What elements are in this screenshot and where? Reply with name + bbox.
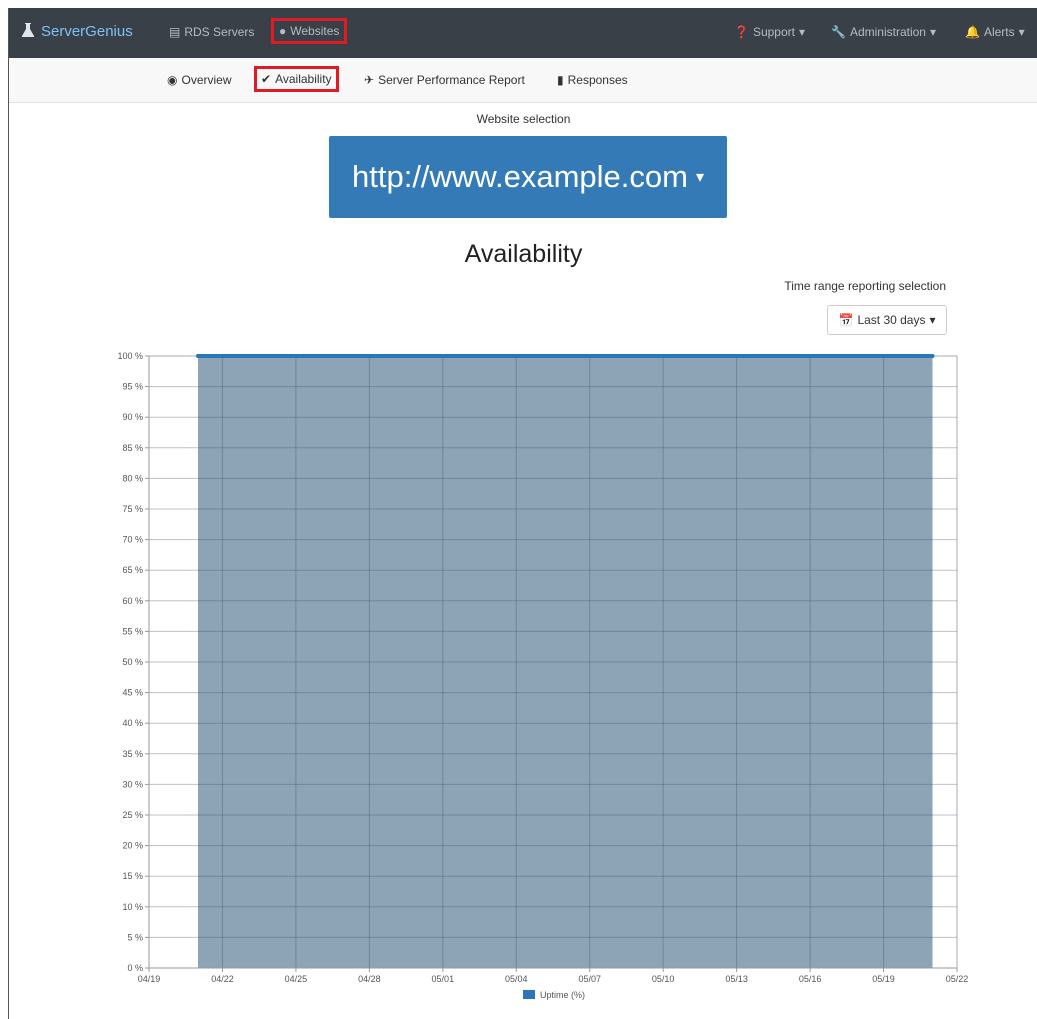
x-tick-label: 05/10 xyxy=(652,974,675,984)
y-tick-label: 0 % xyxy=(127,963,143,973)
y-tick-label: 50 % xyxy=(122,657,143,667)
y-tick-label: 25 % xyxy=(122,810,143,820)
y-tick-label: 30 % xyxy=(122,779,143,789)
x-tick-label: 05/01 xyxy=(432,974,455,984)
y-tick-label: 40 % xyxy=(122,718,143,728)
x-tick-label: 04/25 xyxy=(285,974,308,984)
app-frame: ServerGenius ▤ RDS Servers ● Websites ❓ … xyxy=(8,8,1037,1019)
x-tick-label: 05/19 xyxy=(872,974,895,984)
y-tick-label: 70 % xyxy=(122,535,143,545)
y-tick-label: 65 % xyxy=(122,565,143,575)
x-tick-label: 05/22 xyxy=(946,974,969,984)
x-tick-label: 05/13 xyxy=(725,974,748,984)
y-tick-label: 35 % xyxy=(122,749,143,759)
y-tick-label: 5 % xyxy=(127,932,143,942)
y-tick-label: 20 % xyxy=(122,841,143,851)
y-tick-label: 95 % xyxy=(122,382,143,392)
y-tick-label: 80 % xyxy=(122,473,143,483)
y-tick-label: 55 % xyxy=(122,626,143,636)
y-tick-label: 100 % xyxy=(117,351,143,361)
y-tick-label: 75 % xyxy=(122,504,143,514)
x-tick-label: 04/19 xyxy=(138,974,161,984)
x-tick-label: 04/22 xyxy=(211,974,234,984)
x-tick-label: 05/07 xyxy=(578,974,601,984)
y-tick-label: 10 % xyxy=(122,902,143,912)
y-tick-label: 60 % xyxy=(122,596,143,606)
y-tick-label: 15 % xyxy=(122,871,143,881)
y-tick-label: 90 % xyxy=(122,412,143,422)
availability-chart: 0 % 5 % 10 % 15 % 20 % 25 % 30 % 35 % 40 % 45 % 50… xyxy=(117,351,969,1000)
y-tick-label: 45 % xyxy=(122,688,143,698)
x-tick-label: 04/28 xyxy=(358,974,381,984)
legend-swatch xyxy=(523,990,535,999)
x-tick-label: 05/04 xyxy=(505,974,528,984)
legend-label: Uptime (%) xyxy=(540,990,585,1000)
y-tick-label: 85 % xyxy=(122,443,143,453)
x-tick-label: 05/16 xyxy=(799,974,822,984)
